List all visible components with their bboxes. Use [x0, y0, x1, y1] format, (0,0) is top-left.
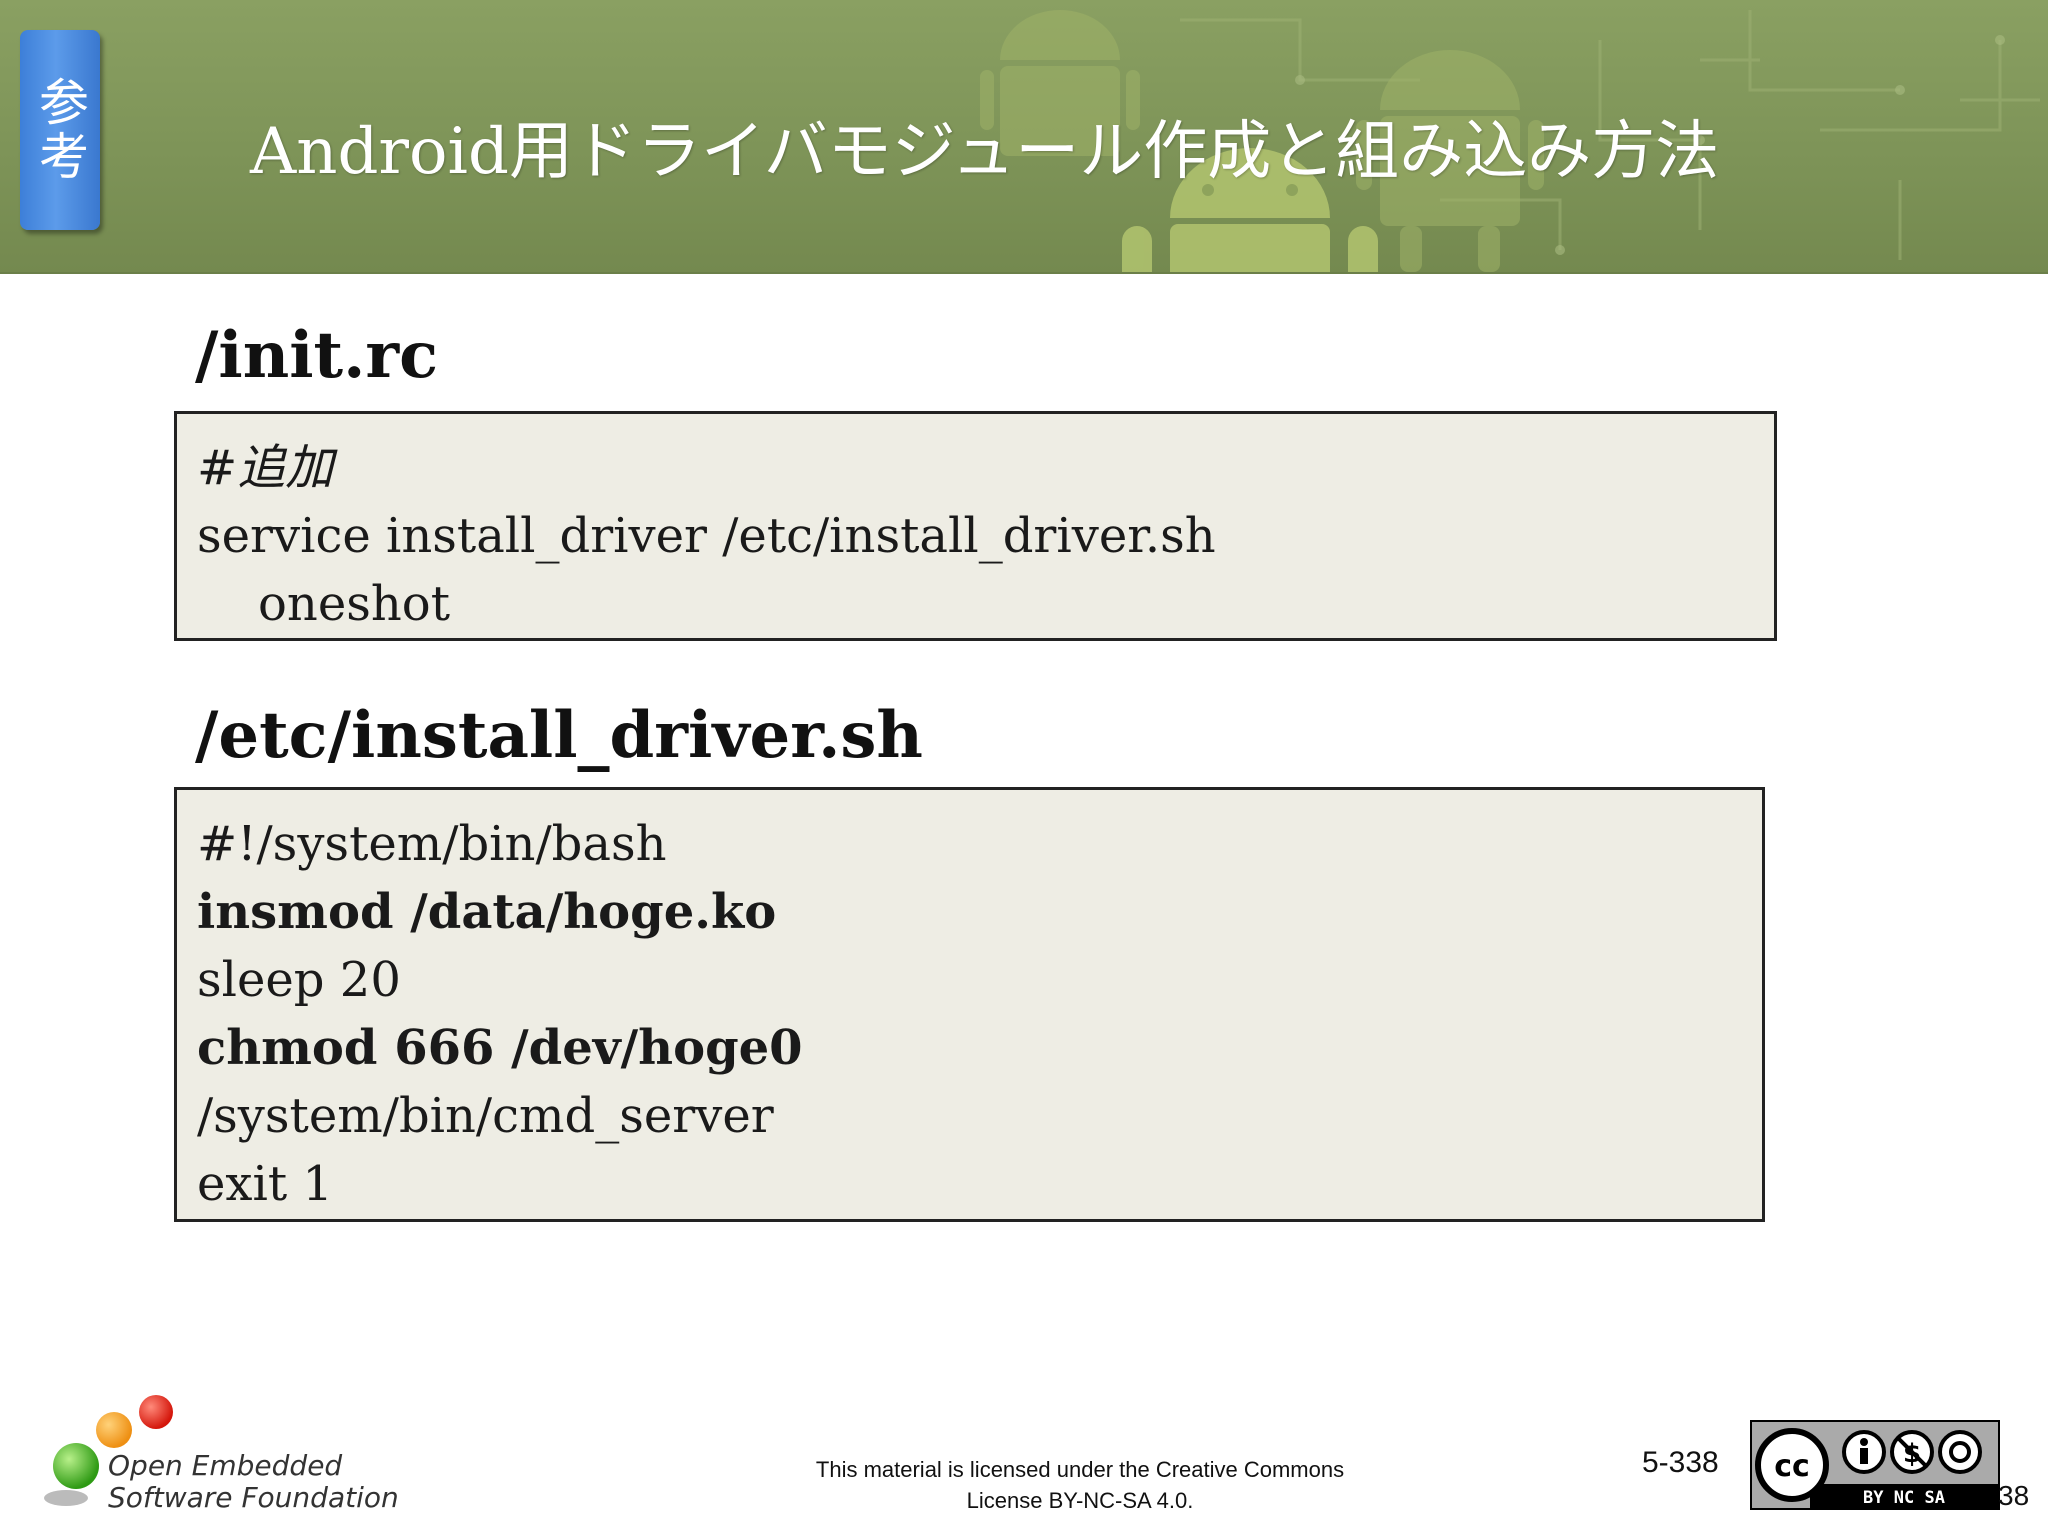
- oesf-logo-line1: Open Embedded: [108, 1449, 343, 1482]
- section-heading-init-rc: /init.rc: [195, 318, 439, 393]
- code-line: exit 1: [197, 1156, 333, 1212]
- cc-terms-label: BY NC SA: [1863, 1488, 1945, 1508]
- code-line: chmod 666 /dev/hoge0: [197, 1020, 803, 1076]
- slide: 参考 Android用ドライバモジュール作成と組み込み方法 /init.rc #…: [0, 0, 2048, 1536]
- cc-badge-graphic: cc $ BY NC SA: [1752, 1422, 1998, 1508]
- reference-badge-label: 参考: [31, 76, 89, 184]
- license-notice: This material is licensed under the Crea…: [760, 1454, 1400, 1516]
- cc-by-nc-sa-icon: cc $ BY NC SA: [1750, 1420, 2000, 1510]
- code-box-install-driver: #!/system/bin/bash insmod /data/hoge.ko …: [174, 787, 1765, 1222]
- reference-badge: 参考: [20, 30, 100, 230]
- page-number-short: 38: [1998, 1480, 2030, 1511]
- license-line-1: This material is licensed under the Crea…: [815, 1457, 1345, 1482]
- code-line: /system/bin/cmd_server: [197, 1088, 774, 1144]
- code-box-init-rc: #追加 service install_driver /etc/install_…: [174, 411, 1777, 641]
- code-line: #!/system/bin/bash: [197, 816, 667, 872]
- svg-text:cc: cc: [1774, 1449, 1810, 1484]
- page-number: 5-338: [1642, 1446, 1719, 1479]
- code-line: insmod /data/hoge.ko: [197, 884, 777, 940]
- oesf-logo-line2: Software Foundation: [108, 1481, 399, 1514]
- code-line: #追加: [197, 440, 334, 496]
- header-banner: 参考 Android用ドライバモジュール作成と組み込み方法: [0, 0, 2048, 274]
- section-heading-install-driver: /etc/install_driver.sh: [195, 698, 923, 773]
- slide-title: Android用ドライバモジュール作成と組み込み方法: [250, 115, 1720, 189]
- code-line: service install_driver /etc/install_driv…: [197, 508, 1216, 564]
- code-line: oneshot: [197, 576, 450, 632]
- code-line: sleep 20: [197, 952, 401, 1008]
- oesf-logo-text: Open Embedded Software Foundation: [108, 1450, 399, 1514]
- license-line-2: License BY-NC-SA 4.0.: [966, 1488, 1194, 1513]
